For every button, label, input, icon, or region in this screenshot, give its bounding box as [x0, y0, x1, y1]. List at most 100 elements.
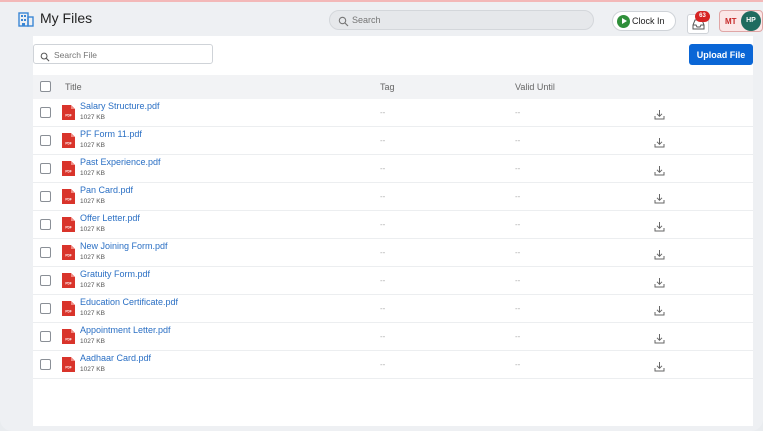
table-header: Title Tag Valid Until — [33, 75, 753, 99]
file-name-link[interactable]: Appointment Letter.pdf — [80, 325, 171, 335]
svg-text:PDF: PDF — [65, 114, 71, 118]
download-icon[interactable] — [654, 107, 665, 125]
row-checkbox[interactable] — [40, 163, 51, 174]
row-checkbox[interactable] — [40, 247, 51, 258]
clock-in-button[interactable]: Clock In — [612, 11, 676, 31]
download-icon[interactable] — [654, 303, 665, 321]
table-row[interactable]: PDF PF Form 11.pdf 1027 KB -- -- — [33, 127, 753, 155]
file-tag: -- — [380, 248, 386, 257]
file-name-link[interactable]: Past Experience.pdf — [80, 157, 161, 167]
file-name-link[interactable]: Gratuity Form.pdf — [80, 269, 150, 279]
svg-text:PDF: PDF — [65, 198, 71, 202]
file-size: 1027 KB — [80, 310, 105, 317]
file-tag: -- — [380, 136, 386, 145]
file-size: 1027 KB — [80, 366, 105, 373]
download-icon[interactable] — [654, 219, 665, 237]
file-valid-until: -- — [515, 304, 521, 313]
app-window: My Files Clock In 63 MT HP — [0, 0, 763, 431]
file-valid-until: -- — [515, 248, 521, 257]
download-icon[interactable] — [654, 331, 665, 349]
file-tag: -- — [380, 164, 386, 173]
table-row[interactable]: PDF Offer Letter.pdf 1027 KB -- -- — [33, 211, 753, 239]
building-icon — [18, 11, 34, 27]
pdf-file-icon: PDF — [62, 245, 75, 260]
file-name-link[interactable]: New Joining Form.pdf — [80, 241, 168, 251]
file-tag: -- — [380, 304, 386, 313]
pdf-file-icon: PDF — [62, 329, 75, 344]
column-header-title: Title — [65, 82, 82, 92]
file-size: 1027 KB — [80, 226, 105, 233]
pdf-file-icon: PDF — [62, 189, 75, 204]
file-size: 1027 KB — [80, 198, 105, 205]
pdf-file-icon: PDF — [62, 301, 75, 316]
download-icon[interactable] — [654, 247, 665, 265]
avatar[interactable]: HP — [741, 11, 761, 31]
download-icon[interactable] — [654, 191, 665, 209]
file-valid-until: -- — [515, 360, 521, 369]
svg-text:PDF: PDF — [65, 142, 71, 146]
table-row[interactable]: PDF Pan Card.pdf 1027 KB -- -- — [33, 183, 753, 211]
file-search[interactable] — [33, 44, 213, 64]
file-size: 1027 KB — [80, 170, 105, 177]
file-valid-until: -- — [515, 164, 521, 173]
pdf-file-icon: PDF — [62, 105, 75, 120]
svg-text:PDF: PDF — [65, 282, 71, 286]
table-row[interactable]: PDF Salary Structure.pdf 1027 KB -- -- — [33, 99, 753, 127]
header-bar: My Files Clock In 63 MT HP — [0, 2, 763, 36]
global-search-input[interactable] — [352, 13, 582, 27]
row-checkbox[interactable] — [40, 219, 51, 230]
svg-text:PDF: PDF — [65, 254, 71, 258]
column-header-valid-until: Valid Until — [515, 82, 555, 92]
search-icon — [338, 14, 349, 32]
row-checkbox[interactable] — [40, 135, 51, 146]
download-icon[interactable] — [654, 359, 665, 377]
user-initials-label: MT — [725, 17, 737, 26]
file-name-link[interactable]: PF Form 11.pdf — [80, 129, 142, 139]
file-name-link[interactable]: Offer Letter.pdf — [80, 213, 140, 223]
file-name-link[interactable]: Pan Card.pdf — [80, 185, 133, 195]
table-row[interactable]: PDF Gratuity Form.pdf 1027 KB -- -- — [33, 267, 753, 295]
table-row[interactable]: PDF Aadhaar Card.pdf 1027 KB -- -- — [33, 351, 753, 379]
row-checkbox[interactable] — [40, 331, 51, 342]
table-row[interactable]: PDF Education Certificate.pdf 1027 KB --… — [33, 295, 753, 323]
svg-text:PDF: PDF — [65, 310, 71, 314]
svg-text:PDF: PDF — [65, 170, 71, 174]
page-title: My Files — [40, 10, 93, 26]
file-tag: -- — [380, 276, 386, 285]
play-icon — [617, 15, 630, 28]
row-checkbox[interactable] — [40, 359, 51, 370]
clock-in-label: Clock In — [632, 16, 665, 26]
file-valid-until: -- — [515, 332, 521, 341]
upload-file-button[interactable]: Upload File — [689, 44, 753, 65]
table-row[interactable]: PDF Appointment Letter.pdf 1027 KB -- -- — [33, 323, 753, 351]
download-icon[interactable] — [654, 163, 665, 181]
table-row[interactable]: PDF Past Experience.pdf 1027 KB -- -- — [33, 155, 753, 183]
file-valid-until: -- — [515, 136, 521, 145]
row-checkbox[interactable] — [40, 107, 51, 118]
pdf-file-icon: PDF — [62, 357, 75, 372]
file-search-input[interactable] — [54, 48, 204, 61]
file-valid-until: -- — [515, 108, 521, 117]
pdf-file-icon: PDF — [62, 161, 75, 176]
file-name-link[interactable]: Education Certificate.pdf — [80, 297, 178, 307]
file-size: 1027 KB — [80, 142, 105, 149]
file-size: 1027 KB — [80, 338, 105, 345]
row-checkbox[interactable] — [40, 275, 51, 286]
table-row[interactable]: PDF New Joining Form.pdf 1027 KB -- -- — [33, 239, 753, 267]
file-name-link[interactable]: Aadhaar Card.pdf — [80, 353, 151, 363]
svg-text:PDF: PDF — [65, 338, 71, 342]
file-name-link[interactable]: Salary Structure.pdf — [80, 101, 160, 111]
row-checkbox[interactable] — [40, 191, 51, 202]
file-tag: -- — [380, 332, 386, 341]
select-all-checkbox[interactable] — [40, 81, 51, 92]
download-icon[interactable] — [654, 275, 665, 293]
files-panel: Upload File Title Tag Valid Until PDF Sa… — [33, 36, 753, 426]
download-icon[interactable] — [654, 135, 665, 153]
file-size: 1027 KB — [80, 282, 105, 289]
row-checkbox[interactable] — [40, 303, 51, 314]
file-tag: -- — [380, 220, 386, 229]
global-search[interactable] — [329, 10, 594, 30]
file-tag: -- — [380, 108, 386, 117]
file-valid-until: -- — [515, 276, 521, 285]
file-valid-until: -- — [515, 220, 521, 229]
